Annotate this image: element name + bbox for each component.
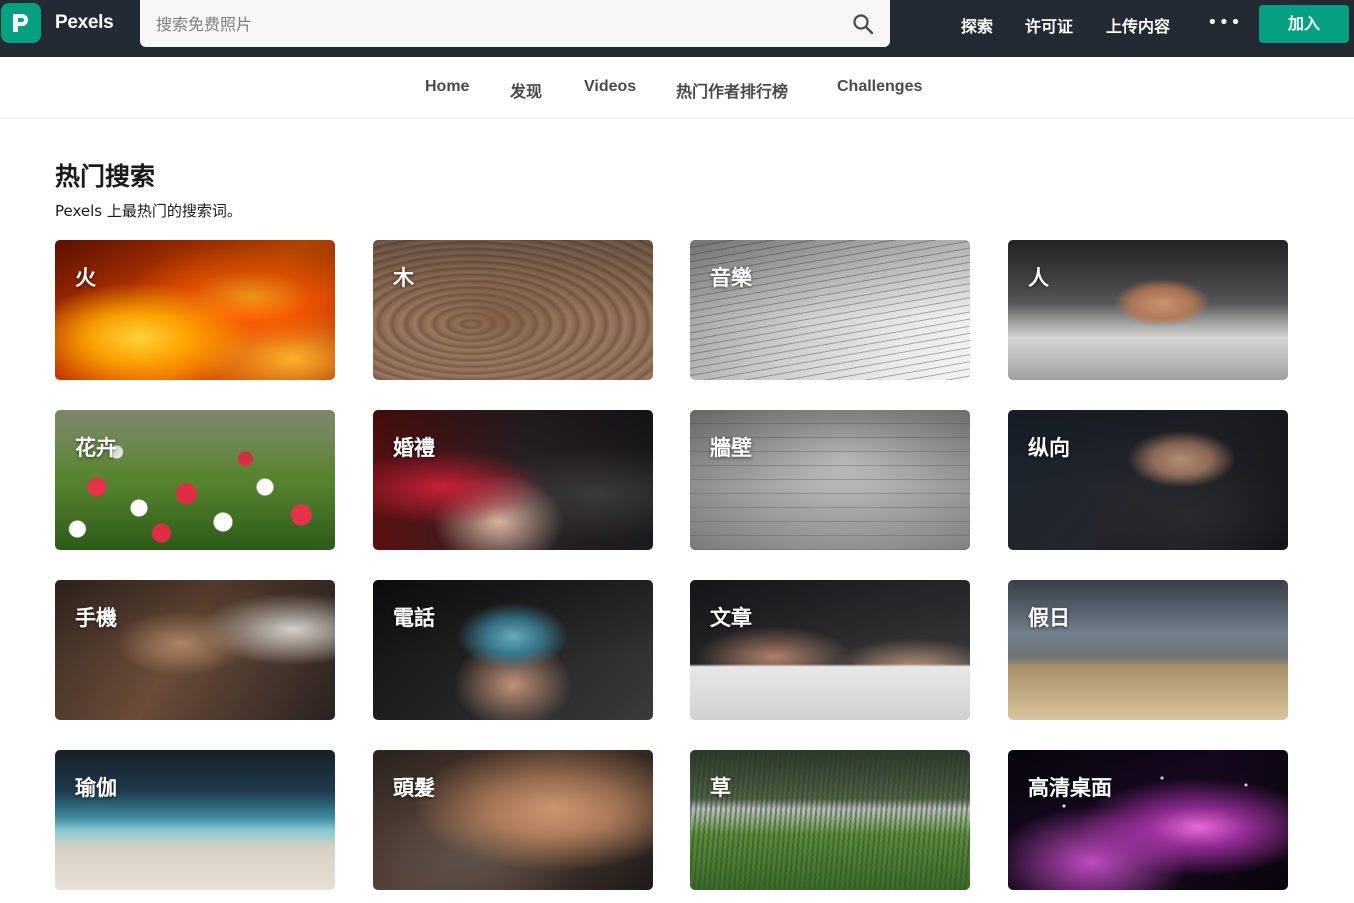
search-tile-phone[interactable]: 電話	[373, 580, 653, 720]
tile-shade	[690, 580, 970, 720]
search-tile-mobile[interactable]: 手機	[55, 580, 335, 720]
tile-label: 音樂	[710, 266, 752, 290]
search-tile-wedding[interactable]: 婚禮	[373, 410, 653, 550]
page-subtitle: Pexels 上最热门的搜索词。	[55, 202, 242, 220]
more-options-icon[interactable]: •••	[1207, 12, 1242, 33]
subnav-discover[interactable]: 发现	[510, 78, 542, 102]
tile-label: 花卉	[75, 436, 117, 460]
tile-label: 木	[393, 266, 414, 290]
tile-shade	[373, 750, 653, 890]
tile-shade	[1008, 240, 1288, 380]
tile-shade	[373, 580, 653, 720]
tile-label: 婚禮	[393, 436, 435, 460]
search-input[interactable]	[156, 11, 836, 37]
top-navigation-bar: Pexels 探索 许可证 上传内容 ••• 加入	[0, 0, 1354, 57]
tile-label: 火	[75, 266, 96, 290]
tile-shade	[1008, 750, 1288, 890]
tile-label: 草	[710, 776, 731, 800]
subnav-challenges[interactable]: Challenges	[837, 78, 922, 96]
nav-upload-link[interactable]: 上传内容	[1106, 13, 1170, 37]
tile-label: 手機	[75, 606, 117, 630]
tile-shade	[55, 410, 335, 550]
tile-label: 人	[1028, 266, 1049, 290]
tile-label: 瑜伽	[75, 776, 117, 800]
search-tile-music[interactable]: 音樂	[690, 240, 970, 380]
search-tile-portrait[interactable]: 纵向	[1008, 410, 1288, 550]
search-tile-flowers[interactable]: 花卉	[55, 410, 335, 550]
tile-shade	[55, 750, 335, 890]
tile-shade	[690, 410, 970, 550]
tile-shade	[55, 240, 335, 380]
tile-label: 電話	[393, 606, 435, 630]
tile-shade	[690, 240, 970, 380]
tile-label: 頭髮	[393, 776, 435, 800]
subnav-leaderboard[interactable]: 热门作者排行榜	[676, 78, 788, 102]
tile-label: 牆壁	[710, 436, 752, 460]
tile-label: 高清桌面	[1028, 776, 1112, 800]
secondary-navigation: Home 发现 Videos 热门作者排行榜 Challenges	[0, 57, 1354, 119]
search-tile-fire[interactable]: 火	[55, 240, 335, 380]
search-tile-wall[interactable]: 牆壁	[690, 410, 970, 550]
nav-explore-link[interactable]: 探索	[961, 13, 993, 37]
page-title: 热门搜索	[55, 162, 156, 191]
tile-shade	[690, 750, 970, 890]
search-tile-grass[interactable]: 草	[690, 750, 970, 890]
search-tile-yoga[interactable]: 瑜伽	[55, 750, 335, 890]
search-tile-hair[interactable]: 頭髮	[373, 750, 653, 890]
pexels-p-glyph	[13, 14, 28, 32]
tile-shade	[373, 240, 653, 380]
tile-shade	[1008, 580, 1288, 720]
search-icon[interactable]	[852, 13, 874, 35]
subnav-videos[interactable]: Videos	[584, 78, 636, 96]
subnav-home[interactable]: Home	[425, 78, 469, 96]
search-tile-people[interactable]: 人	[1008, 240, 1288, 380]
search-tile-hd-wallpaper[interactable]: 高清桌面	[1008, 750, 1288, 890]
tile-shade	[1008, 410, 1288, 550]
search-tile-wood[interactable]: 木	[373, 240, 653, 380]
pexels-logo-icon[interactable]	[1, 3, 41, 43]
join-button[interactable]: 加入	[1259, 5, 1349, 43]
search-tile-article[interactable]: 文章	[690, 580, 970, 720]
tile-label: 文章	[710, 606, 752, 630]
tile-label: 假日	[1028, 606, 1070, 630]
brand-name[interactable]: Pexels	[55, 12, 114, 34]
tile-shade	[55, 580, 335, 720]
nav-license-link[interactable]: 许可证	[1025, 13, 1073, 37]
search-tile-holiday[interactable]: 假日	[1008, 580, 1288, 720]
tile-label: 纵向	[1028, 436, 1070, 460]
tile-shade	[373, 410, 653, 550]
search-bar	[140, 0, 890, 47]
